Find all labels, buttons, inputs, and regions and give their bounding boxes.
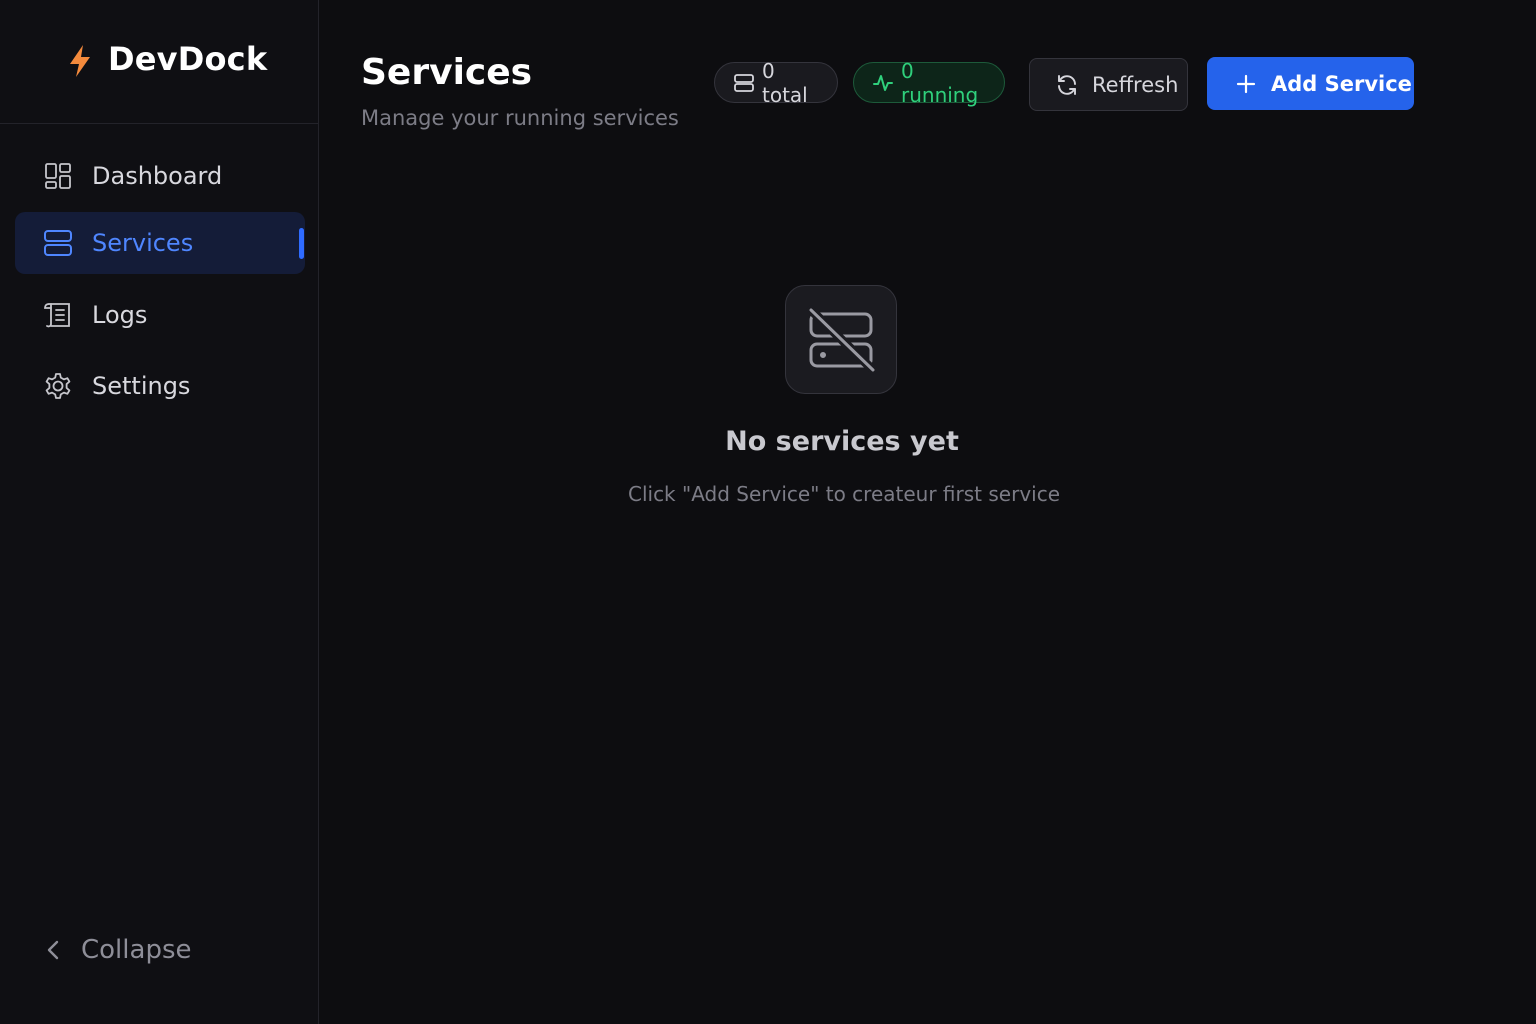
collapse-button[interactable]: Collapse [40, 930, 192, 970]
app-name: DevDock [108, 39, 268, 78]
sidebar-item-label: Settings [92, 372, 191, 400]
running-count-label: 0 running [901, 58, 979, 107]
sidebar-item-label: Logs [92, 301, 148, 329]
add-service-button[interactable]: Add Service [1207, 57, 1414, 110]
server-icon [43, 228, 73, 258]
dashboard-icon [43, 161, 73, 191]
sidebar-item-label: Dashboard [92, 162, 223, 190]
lightning-bolt-icon [70, 44, 90, 77]
app-window: DevDock Dashboard Services Logs Settings… [0, 0, 1536, 1024]
scroll-icon [43, 300, 73, 330]
sidebar-item-settings[interactable]: Settings [15, 355, 305, 417]
sidebar-item-logs[interactable]: Logs [15, 284, 305, 346]
refresh-button[interactable]: Reffresh [1029, 58, 1188, 111]
main-content: Services Manage your running services 0 … [319, 0, 1536, 1024]
total-count-badge: 0 total [714, 59, 838, 107]
sidebar-item-label: Services [92, 229, 194, 257]
activity-icon [872, 72, 894, 94]
gear-icon [43, 371, 73, 401]
brand[interactable]: DevDock [0, 0, 318, 124]
empty-state-icon-box [785, 285, 897, 394]
total-count-label: 0 total [762, 58, 808, 107]
plus-icon [1233, 71, 1259, 97]
empty-state-title: No services yet [725, 426, 959, 457]
sidebar-item-services[interactable]: Services [15, 212, 305, 274]
server-off-icon [806, 305, 877, 374]
add-service-label: Add Service [1271, 71, 1412, 96]
sidebar: DevDock Dashboard Services Logs Settings… [0, 0, 319, 1024]
page-subtitle: Manage your running services [361, 106, 679, 130]
collapse-label: Collapse [81, 935, 192, 965]
chevron-left-icon [40, 937, 66, 963]
server-icon [733, 72, 755, 94]
running-count-badge: 0 running [853, 59, 1005, 107]
page-title: Services [361, 52, 533, 93]
empty-state-description: Click "Add Service" to createur first se… [627, 482, 1061, 506]
sidebar-item-dashboard[interactable]: Dashboard [15, 145, 305, 207]
refresh-label: Reffresh [1092, 72, 1179, 97]
refresh-icon [1054, 72, 1080, 98]
